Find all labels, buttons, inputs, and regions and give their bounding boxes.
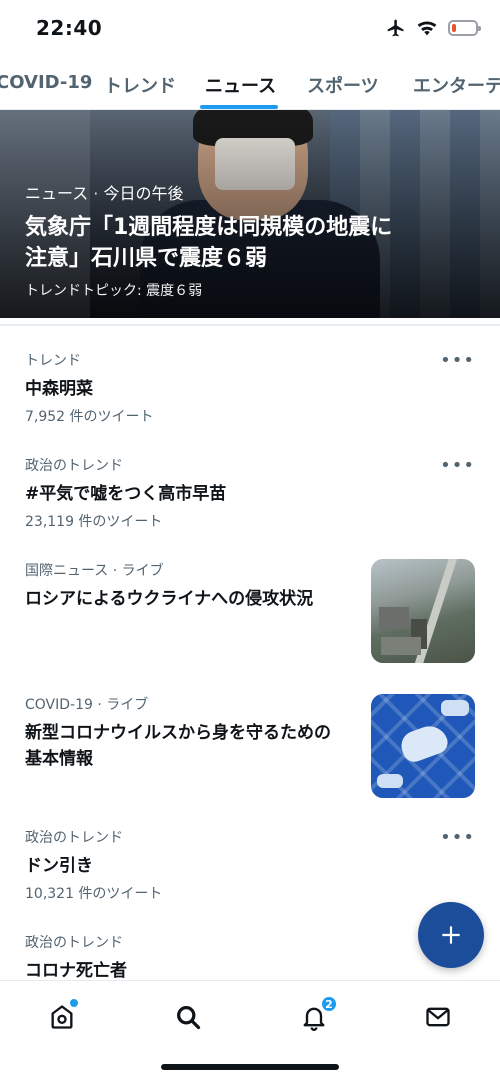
status-time: 22:40 <box>36 16 103 40</box>
status-icons <box>386 18 481 38</box>
trend-title: 新型コロナウイルスから身を守るための 基本情報 <box>25 720 360 772</box>
search-icon <box>177 1006 201 1030</box>
tab-covid19[interactable]: COVID-19 <box>0 72 92 93</box>
divider <box>0 324 500 326</box>
trend-category-label: 国際ニュース <box>25 563 109 579</box>
trend-live-label: · ライブ <box>112 563 164 579</box>
trend-category: 政治のトレンド <box>25 935 123 951</box>
hero-title-line2: 注意」石川県で震度６弱 <box>25 246 268 271</box>
more-options-icon[interactable]: ••• <box>440 455 475 476</box>
nav-messages[interactable] <box>418 997 458 1037</box>
trend-item-live[interactable]: COVID-19 · ライブ 新型コロナウイルスから身を守るための 基本情報 <box>25 694 475 798</box>
trend-item[interactable]: 政治のトレンド コロナ死亡者 <box>25 932 475 984</box>
more-options-icon[interactable]: ••• <box>440 827 475 848</box>
ukraine-thumbnail-image <box>371 559 475 663</box>
plus-icon <box>442 926 460 944</box>
trend-item[interactable]: 政治のトレンド ドン引き 10,321 件のツイート ••• <box>25 827 475 903</box>
trend-title-line2: 基本情報 <box>25 749 93 769</box>
hero-title: 気象庁「1週間程度は同規模の地震に 注意」石川県で震度６弱 <box>25 212 480 274</box>
home-icon <box>51 1005 73 1029</box>
more-options-icon[interactable]: ••• <box>440 350 475 371</box>
nav-notifications[interactable]: 2 <box>294 995 338 1037</box>
trend-category: 政治のトレンド <box>25 830 123 846</box>
compose-tweet-button[interactable] <box>418 902 484 968</box>
wifi-icon <box>417 21 437 36</box>
trend-title-line1: 新型コロナウイルスから身を守るための <box>25 723 331 743</box>
tab-trends[interactable]: トレンド <box>104 72 176 98</box>
nav-home[interactable] <box>42 997 82 1037</box>
trend-title: ロシアによるウクライナへの侵攻状況 <box>25 589 314 609</box>
trend-category: 政治のトレンド <box>25 458 123 474</box>
hero-category: ニュース <box>25 184 89 203</box>
trend-category-label: COVID-19 <box>25 697 93 713</box>
hero-title-line1: 気象庁「1週間程度は同規模の地震に <box>25 215 393 240</box>
trend-category: トレンド <box>25 353 81 369</box>
trend-count: 7,952 件のツイート <box>25 409 154 425</box>
new-content-dot <box>70 999 78 1007</box>
trend-item[interactable]: 政治のトレンド #平気で嘘をつく高市早苗 23,119 件のツイート ••• <box>25 455 475 531</box>
status-bar: 22:40 <box>0 0 500 60</box>
battery-icon <box>448 20 481 36</box>
trend-title: 中森明菜 <box>25 379 93 399</box>
airplane-icon <box>387 19 404 37</box>
hero-time: 今日の午後 <box>103 184 184 203</box>
battery-level <box>452 24 456 32</box>
tab-entertainment[interactable]: エンターテ <box>413 72 500 98</box>
trend-count: 23,119 件のツイート <box>25 514 163 530</box>
hero-meta: ニュース · 今日の午後 <box>25 184 184 203</box>
trend-live-label: · ライブ <box>97 697 149 713</box>
hero-news-card[interactable]: ニュース · 今日の午後 気象庁「1週間程度は同規模の地震に 注意」石川県で震度… <box>0 110 500 318</box>
trend-title: #平気で嘘をつく高市早苗 <box>25 484 227 504</box>
trend-title: ドン引き <box>25 856 93 876</box>
mail-icon <box>426 1007 450 1027</box>
active-tab-indicator <box>200 105 278 109</box>
notification-badge: 2 <box>320 995 338 1013</box>
explore-tabs: COVID-19 トレンド ニュース スポーツ エンターテ <box>0 60 500 110</box>
trend-item-live[interactable]: 国際ニュース · ライブ ロシアによるウクライナへの侵攻状況 <box>25 559 475 663</box>
trend-count: 10,321 件のツイート <box>25 886 163 902</box>
nav-search[interactable] <box>168 997 208 1037</box>
trend-item[interactable]: トレンド 中森明菜 7,952 件のツイート ••• <box>25 350 475 426</box>
tab-sports[interactable]: スポーツ <box>307 72 379 98</box>
home-indicator[interactable] <box>161 1064 339 1070</box>
covid-thumbnail-image <box>371 694 475 798</box>
tab-news[interactable]: ニュース <box>205 72 276 98</box>
hero-topic: トレンドトピック: 震度６弱 <box>25 283 203 299</box>
